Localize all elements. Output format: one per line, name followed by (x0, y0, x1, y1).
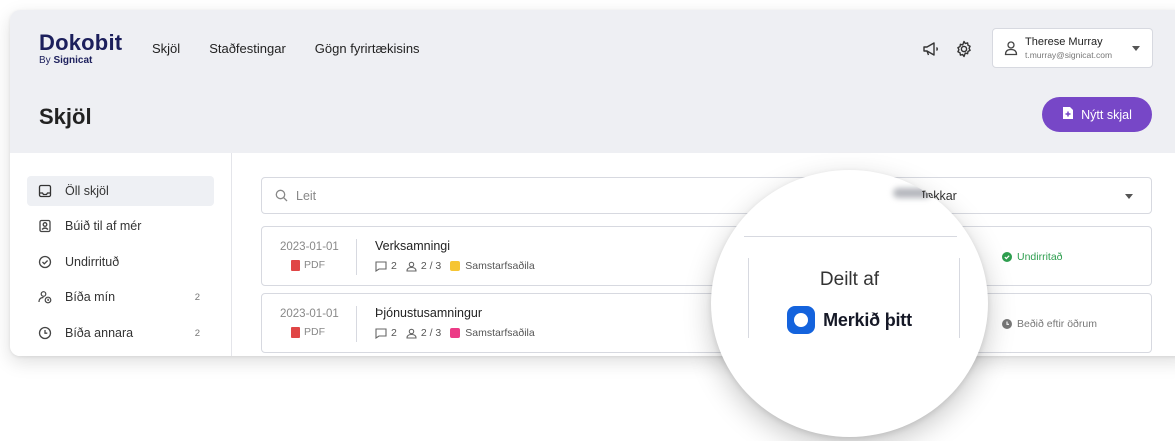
search-icon (275, 189, 288, 207)
signers-count: 2 / 3 (406, 327, 441, 339)
user-card-icon (37, 218, 53, 234)
document-plus-icon (1062, 106, 1074, 123)
logo-subtext: By Signicat (39, 55, 122, 66)
clock-icon (37, 325, 53, 341)
user-icon (406, 328, 417, 339)
check-circle-icon (1002, 252, 1012, 262)
logo-by-brand: Signicat (53, 55, 93, 66)
sidebar-item-label: Undirrituð (65, 255, 120, 269)
logo-by: By (39, 55, 51, 66)
page-title: Skjöl (39, 104, 92, 129)
top-header: Dokobit By Signicat Skjöl Staðfestingar … (10, 10, 1175, 153)
document-date: 2023-01-01 (280, 241, 339, 253)
document-tag: Samstarfsaðila (465, 260, 535, 272)
comment-icon (375, 260, 387, 272)
chevron-down-icon (1132, 46, 1140, 51)
brand-logo-icon (787, 306, 816, 334)
status-badge: Beðið eftir öðrum (1002, 318, 1097, 330)
document-date: 2023-01-01 (280, 308, 339, 320)
sidebar-item-count: 2 (194, 291, 200, 303)
pdf-icon (291, 259, 300, 271)
magnifier-lens: flokkar Deilt af Merkið þitt (711, 170, 988, 437)
document-title[interactable]: Verksamningi (375, 239, 450, 253)
main-content: Leit flokkar 2023-01-01 PDF Verksamningi… (232, 153, 1175, 356)
divider (356, 306, 357, 342)
tag-color-swatch (450, 328, 461, 338)
sidebar-item-count: 2 (194, 327, 200, 339)
tag-color-swatch (450, 261, 461, 271)
sidebar-item-label: Öll skjöl (65, 184, 109, 198)
document-row[interactable]: 2023-01-01 PDF Verksamningi 2 2 / 3 Sams… (261, 226, 1152, 286)
main-nav: Skjöl Staðfestingar Gögn fyrirtækisins (152, 41, 420, 56)
user-icon (1004, 40, 1018, 61)
document-meta: 2 2 / 3 Samstarfsaðila (375, 327, 535, 339)
sidebar-item-label: Bíða mín (65, 290, 116, 304)
megaphone-icon[interactable] (921, 39, 941, 59)
chevron-down-icon[interactable] (1125, 194, 1133, 199)
pdf-icon (291, 326, 300, 338)
search-input[interactable]: Leit flokkar (261, 177, 1152, 214)
logo-text: Dokobit (39, 30, 123, 55)
signers-count: 2 / 3 (406, 260, 441, 272)
comment-icon (375, 327, 387, 339)
custom-brand: Merkið þitt (711, 306, 988, 334)
shared-by-label: Deilt af (819, 269, 880, 290)
nav-item-confirmations[interactable]: Staðfestingar (209, 41, 286, 56)
sidebar-item-label: Bíða annara (65, 326, 134, 340)
user-email: t.murray@signicat.com (1025, 50, 1113, 60)
check-circle-icon (37, 254, 53, 270)
new-document-label: Nýtt skjal (1081, 107, 1132, 122)
document-tag: Samstarfsaðila (465, 327, 535, 339)
document-type-label: PDF (304, 326, 325, 338)
stage: Dokobit By Signicat Skjöl Staðfestingar … (0, 0, 1175, 441)
nav-item-company-data[interactable]: Gögn fyrirtækisins (315, 41, 420, 56)
document-type-label: PDF (304, 259, 325, 271)
search-placeholder: Leit (296, 189, 317, 203)
comments-count: 2 (375, 327, 397, 339)
magnified-filter-label: flokkar (922, 187, 959, 201)
sidebar-item-all-documents[interactable]: Öll skjöl (27, 176, 214, 206)
user-name: Therese Murray (1025, 36, 1103, 48)
document-row[interactable]: 2023-01-01 PDF Þjónustusamningur 2 2 / 3… (261, 293, 1152, 353)
document-type: PDF (291, 259, 325, 271)
document-meta: 2 2 / 3 Samstarfsaðila (375, 260, 535, 272)
logo[interactable]: Dokobit By Signicat (39, 30, 123, 67)
new-document-button[interactable]: Nýtt skjal (1042, 97, 1152, 132)
sidebar-item-signed[interactable]: Undirrituð (27, 247, 214, 277)
brand-name: Merkið þitt (823, 309, 912, 330)
user-icon (406, 261, 417, 272)
user-menu[interactable]: Therese Murray t.murray@signicat.com (992, 28, 1153, 68)
document-type: PDF (291, 326, 325, 338)
sidebar-item-created-by-me[interactable]: Búið til af mér (27, 211, 214, 241)
nav-item-documents[interactable]: Skjöl (152, 41, 180, 56)
user-clock-icon (37, 289, 53, 305)
divider (356, 239, 357, 275)
sidebar: Öll skjöl Búið til af mér Undirrituð Bíð… (10, 153, 232, 356)
status-badge: Undirritað (1002, 251, 1063, 263)
comments-count: 2 (375, 260, 397, 272)
document-title[interactable]: Þjónustusamningur (375, 306, 482, 320)
app-window: Dokobit By Signicat Skjöl Staðfestingar … (10, 10, 1175, 356)
gear-icon[interactable] (954, 39, 974, 59)
sidebar-item-label: Búið til af mér (65, 219, 142, 233)
divider (744, 236, 957, 237)
sidebar-item-awaiting-me[interactable]: Bíða mín 2 (27, 282, 214, 312)
clock-icon (1002, 319, 1012, 329)
inbox-icon (37, 183, 53, 199)
sidebar-item-awaiting-others[interactable]: Bíða annara 2 (27, 318, 214, 348)
